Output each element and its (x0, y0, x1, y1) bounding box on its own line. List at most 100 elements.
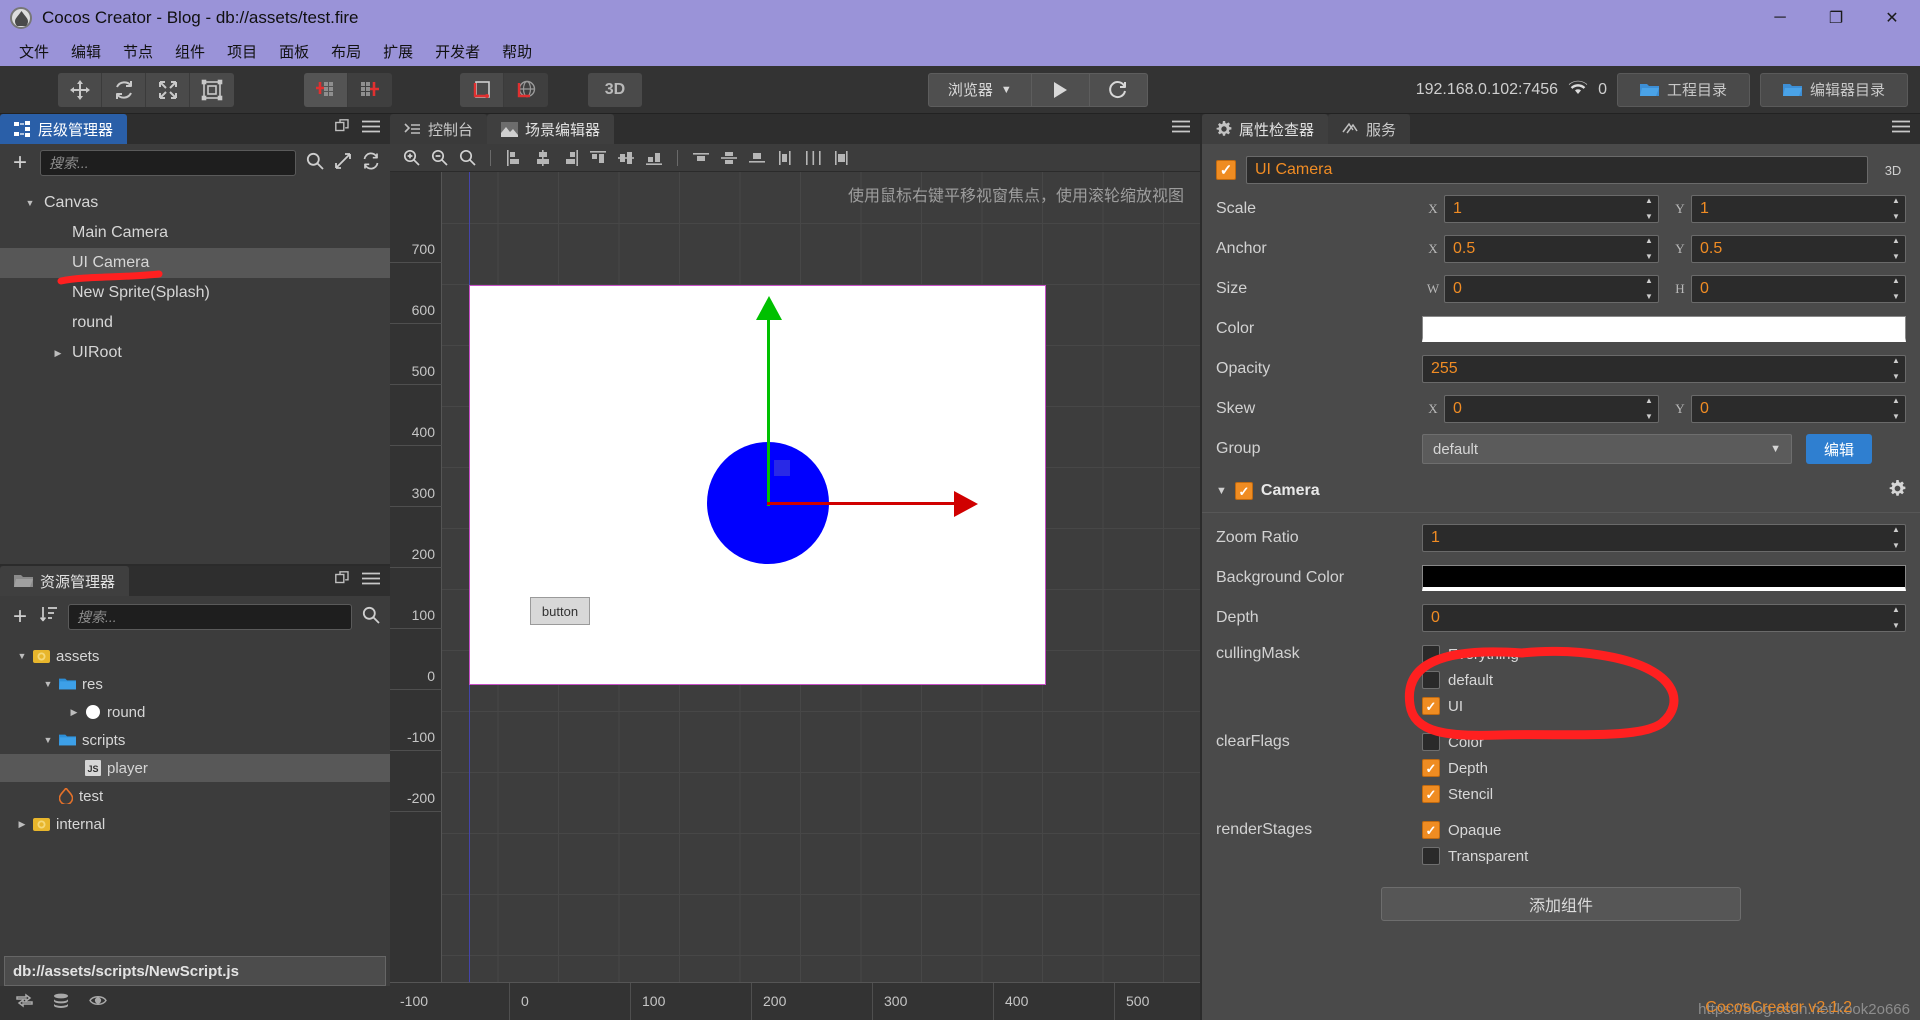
asset-item-assets[interactable]: ▼ assets (0, 642, 390, 670)
rotate-tool-button[interactable] (102, 72, 146, 107)
stepper-arrows[interactable]: ▲ ▼ (1642, 197, 1656, 221)
close-button[interactable]: ✕ (1864, 0, 1920, 36)
asset-item-player[interactable]: ▶ JS player (0, 754, 390, 782)
refresh-button[interactable] (1089, 72, 1148, 107)
collapse-arrow-icon[interactable]: ▼ (1216, 485, 1227, 497)
sync-icon[interactable] (362, 152, 380, 175)
popout-icon[interactable] (335, 571, 350, 591)
hamburger-icon[interactable] (362, 120, 380, 138)
checkbox-opaque[interactable] (1422, 821, 1440, 839)
popout-icon[interactable] (335, 119, 350, 139)
maximize-button[interactable]: ❐ (1808, 0, 1864, 36)
stepper-arrows[interactable]: ▲ ▼ (1889, 606, 1903, 630)
property-input-x[interactable]: 0 ▲ ▼ (1444, 275, 1659, 303)
gizmo-y-arrow[interactable] (756, 296, 782, 320)
preview-target-select[interactable]: 浏览器 ▼ (927, 72, 1032, 107)
pivot-center-tool-button[interactable] (304, 72, 348, 107)
distribute-center-icon[interactable] (802, 147, 824, 169)
checkbox-row-stencil[interactable]: Stencil (1422, 783, 1493, 805)
search-icon[interactable] (306, 152, 324, 175)
color-swatch[interactable] (1422, 565, 1906, 591)
tab-service[interactable]: 服务 (1328, 114, 1411, 144)
checkbox-row-everything[interactable]: Everything (1422, 643, 1519, 665)
color-swatch[interactable] (1422, 316, 1906, 342)
asset-item-round[interactable]: ▶ round (0, 698, 390, 726)
align-right-icon[interactable] (559, 147, 581, 169)
disclosure-triangle-icon[interactable]: ▶ (66, 763, 82, 774)
checkbox-depth[interactable] (1422, 759, 1440, 777)
hierarchy-node-canvas[interactable]: ▼ Canvas (0, 188, 390, 218)
menu-item-developer[interactable]: 开发者 (424, 39, 491, 64)
gizmo-x-arrow[interactable] (954, 491, 978, 517)
stepper-arrows[interactable]: ▲ ▼ (1642, 397, 1656, 421)
checkbox-row-opaque[interactable]: Opaque (1422, 819, 1528, 841)
editor-dir-button[interactable]: 编辑器目录 (1759, 72, 1908, 107)
checkbox-row-color[interactable]: Color (1422, 731, 1493, 753)
menu-item-file[interactable]: 文件 (8, 39, 60, 64)
checkbox-stencil[interactable] (1422, 785, 1440, 803)
disclosure-triangle-icon[interactable]: ▶ (50, 258, 66, 269)
node-name-field[interactable]: UI Camera (1246, 156, 1868, 184)
disclosure-triangle-icon[interactable]: ▶ (50, 348, 66, 359)
property-input-y[interactable]: 1 ▲ ▼ (1691, 195, 1906, 223)
menu-item-layout[interactable]: 布局 (320, 39, 372, 64)
zoom-out-icon[interactable] (428, 147, 450, 169)
checkbox-everything[interactable] (1422, 645, 1440, 663)
project-dir-button[interactable]: 工程目录 (1616, 72, 1750, 107)
hierarchy-node-ui-camera[interactable]: ▶ UI Camera (0, 248, 390, 278)
minimize-button[interactable]: ─ (1752, 0, 1808, 36)
plus-icon[interactable]: + (10, 151, 30, 175)
plus-icon[interactable]: + (10, 605, 30, 629)
asset-item-internal[interactable]: ▶ internal (0, 810, 390, 838)
tab-console[interactable]: 控制台 (390, 114, 488, 144)
tab-hierarchy[interactable]: 层级管理器 (0, 114, 128, 144)
checkbox-transparent[interactable] (1422, 847, 1440, 865)
checkbox-row-transparent[interactable]: Transparent (1422, 845, 1528, 867)
disclosure-triangle-icon[interactable]: ▶ (50, 288, 66, 299)
property-input-y[interactable]: 0.5 ▲ ▼ (1691, 235, 1906, 263)
stepper-arrows[interactable]: ▲ ▼ (1889, 277, 1903, 301)
mode-3d-button[interactable]: 3D (588, 72, 642, 107)
zoom-in-icon[interactable] (400, 147, 422, 169)
menu-item-node[interactable]: 节点 (112, 39, 164, 64)
distribute-right-icon[interactable] (830, 147, 852, 169)
distribute-h-icon[interactable] (690, 147, 712, 169)
local-coord-tool-button[interactable] (460, 72, 504, 107)
hamburger-icon[interactable] (362, 572, 380, 590)
asset-item-test[interactable]: ▶ test (0, 782, 390, 810)
gizmo-x-axis[interactable] (767, 502, 957, 505)
move-tool-button[interactable] (58, 72, 102, 107)
global-coord-tool-button[interactable] (504, 72, 548, 107)
menu-item-help[interactable]: 帮助 (491, 39, 543, 64)
expand-icon[interactable] (334, 152, 352, 175)
tab-assets[interactable]: 资源管理器 (0, 566, 130, 596)
hamburger-icon[interactable] (1892, 120, 1910, 138)
property-input[interactable]: 0 ▲ ▼ (1422, 604, 1906, 632)
scene-viewport[interactable]: 使用鼠标右键平移视窗焦点，使用滚轮缩放视图 button 700 600 500… (390, 172, 1200, 1020)
tab-scene-editor[interactable]: 场景编辑器 (487, 114, 615, 144)
menu-item-extension[interactable]: 扩展 (372, 39, 424, 64)
hierarchy-node-main-camera[interactable]: ▶ Main Camera (0, 218, 390, 248)
align-top-icon[interactable] (587, 147, 609, 169)
disclosure-triangle-icon[interactable]: ▶ (14, 819, 30, 830)
disclosure-triangle-icon[interactable]: ▶ (50, 228, 66, 239)
disclosure-triangle-icon[interactable]: ▼ (14, 651, 30, 661)
distribute-gap-icon[interactable] (746, 147, 768, 169)
hamburger-icon[interactable] (1172, 120, 1190, 138)
stepper-arrows[interactable]: ▲ ▼ (1889, 526, 1903, 550)
disclosure-triangle-icon[interactable]: ▶ (66, 707, 82, 718)
gizmo-y-axis[interactable] (767, 316, 770, 506)
property-input[interactable]: 255 ▲ ▼ (1422, 355, 1906, 383)
gear-icon[interactable] (1889, 480, 1906, 502)
checkbox-row-depth[interactable]: Depth (1422, 757, 1493, 779)
scene-button-node[interactable]: button (530, 597, 590, 625)
property-select[interactable]: default ▼ (1422, 434, 1792, 464)
search-icon[interactable] (362, 606, 380, 629)
menu-item-project[interactable]: 项目 (216, 39, 268, 64)
zoom-reset-icon[interactable] (456, 147, 478, 169)
menu-item-component[interactable]: 组件 (164, 39, 216, 64)
checkbox-row-ui[interactable]: UI (1422, 695, 1519, 717)
pivot-pivot-tool-button[interactable] (348, 72, 392, 107)
asset-item-res[interactable]: ▼ res (0, 670, 390, 698)
node-enabled-checkbox[interactable] (1216, 160, 1236, 180)
